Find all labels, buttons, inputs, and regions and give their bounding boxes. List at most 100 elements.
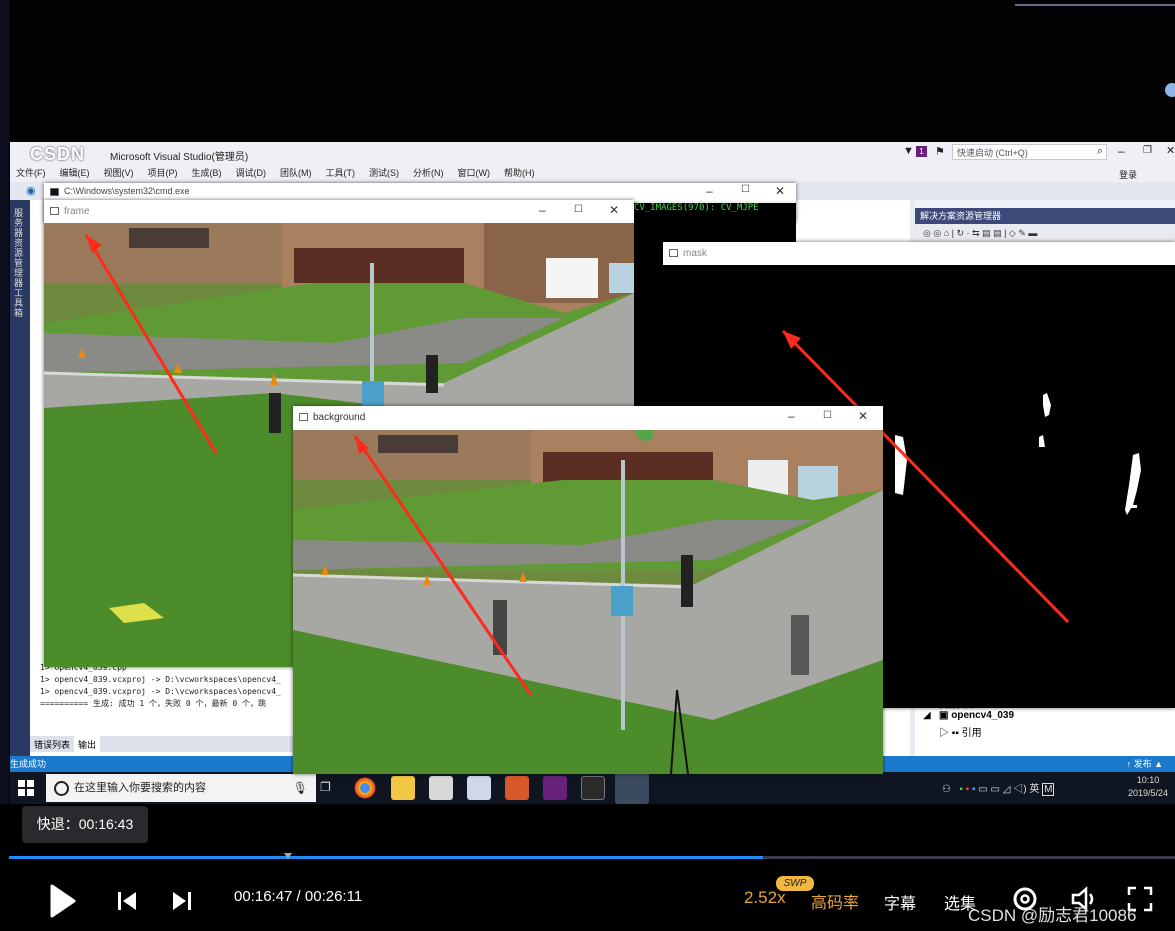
cortana-icon [54,781,69,796]
people-icon[interactable]: ⚇ [942,784,951,795]
background-video-image [293,430,883,774]
background-minimize-button[interactable]: – [788,409,795,423]
notes-app-icon[interactable] [467,776,491,800]
menu-item[interactable]: 视图(V) [104,168,134,178]
menu-item[interactable]: 项目(P) [148,168,178,178]
office-app-icon[interactable] [505,776,529,800]
mask-titlebar[interactable]: mask [663,242,1175,265]
file-explorer-icon[interactable] [391,776,415,800]
background-titlebar[interactable]: background – ☐ ✕ [293,406,883,430]
cmd-titlebar[interactable]: C:\Windows\system32\cmd.exe – ☐ ✕ [44,183,796,201]
tree-item-references[interactable]: ▷ ▪▪ 引用 [939,724,982,739]
csdn-logo: CSDN [30,144,86,164]
window-icon [50,207,59,215]
ime-language[interactable]: 英 [1029,784,1039,795]
watermark: CSDN @励志君10086 [968,906,1137,925]
frame-titlebar[interactable]: frame – ☐ ✕ [44,200,634,223]
side-tab-labels[interactable]: 服务器资源管理器 工具箱 [14,208,24,318]
output-line: ========== 生成: 成功 1 个，失败 0 个，最新 0 个，跳 [40,699,266,708]
tree-expander-icon[interactable]: ◢ [923,710,931,721]
solution-explorer-title: 解决方案资源管理器 [915,208,1175,224]
swp-badge: SWP [776,876,814,891]
cmd-minimize-button[interactable]: – [706,184,713,198]
seek-marker[interactable] [284,853,292,859]
publish-button[interactable]: ↑ 发布 ▲ [1127,756,1163,772]
menu-item[interactable]: 窗口(W) [458,168,491,178]
status-dot [1165,83,1175,97]
next-icon[interactable] [171,890,193,912]
tray-icons[interactable]: ▪ [959,784,963,795]
search-icon[interactable]: ⌕ [1097,145,1103,158]
feedback-icon[interactable]: ⚑ [935,145,945,158]
quality-button[interactable]: 高码率 [811,889,859,913]
mask-title: mask [683,248,707,259]
background-window: background – ☐ ✕ [293,406,883,774]
background-maximize-button[interactable]: ☐ [823,410,832,421]
status-text: 生成成功 [10,759,47,769]
solution-explorer-toolbar[interactable]: ◎ ◎ ⌂ | ↻ · ⇆ ▤ ▤ | ◇ ✎ ▬ [915,224,1175,242]
menu-item[interactable]: 编辑(E) [60,168,90,178]
menu-item[interactable]: 帮助(H) [504,168,535,178]
taskbar-search-box[interactable]: 在这里输入你要搜索的内容 🎙 [46,774,316,802]
opencv-window-icon[interactable] [615,772,649,804]
microphone-icon[interactable]: 🎙 [293,774,308,802]
tree-item-project[interactable]: ▣ opencv4_039 [939,710,1014,721]
output-panel: 1> opencv4_039.cpp 1> opencv4_039.vcxpro… [30,662,320,744]
filter-icon[interactable]: ▼ [903,145,914,157]
vs-titlebar: CSDN Microsoft Visual Studio(管理员) ▼ 1 ⚑ … [10,142,1175,164]
menu-item[interactable]: 生成(B) [192,168,222,178]
cmd-close-button[interactable]: ✕ [775,184,785,198]
subtitles-button[interactable]: 字幕 [884,890,916,914]
menu-item[interactable]: 调试(D) [236,168,267,178]
left-edge [0,0,9,931]
background-title: background [313,412,366,423]
menu-item[interactable]: 文件(F) [16,168,46,178]
playback-time: 00:16:47 / 00:26:11 [234,888,363,905]
menu-item[interactable]: 工具(T) [326,168,356,178]
back-icon[interactable]: ◉ [26,184,36,197]
vs-title: Microsoft Visual Studio(管理员) [110,152,249,163]
quick-launch-input[interactable]: 快速启动 (Ctrl+Q) [952,144,1107,160]
cmd-icon [50,188,59,196]
window-icon [299,413,308,421]
output-tabs: 错误列表 输出 [30,736,320,753]
visual-studio-icon[interactable] [543,776,567,800]
menu-item[interactable]: 团队(M) [280,168,312,178]
minimize-button[interactable]: – [1118,144,1125,158]
windows-start-icon[interactable] [18,780,34,796]
top-right-line [1015,4,1175,6]
taskbar-clock[interactable]: 10:10 2019/5/24 [1128,774,1168,800]
frame-close-button[interactable]: ✕ [609,203,619,217]
ime-mode-icon[interactable]: M [1042,783,1055,796]
cmd-icon[interactable] [581,776,605,800]
system-tray: ⚇ ▪ ▪ ▪ ▭ ▭ ◿ ◁) 英 M [942,783,1055,796]
tab-output[interactable]: 输出 [74,736,101,753]
close-button[interactable]: ✕ [1166,144,1175,157]
notification-badge[interactable]: 1 [916,146,927,157]
output-line: 1> opencv4_039.vcxproj -> D:\vcworkspace… [40,687,281,696]
output-line: 1> opencv4_039.vcxproj -> D:\vcworkspace… [40,675,281,684]
cmd-title: C:\Windows\system32\cmd.exe [64,186,190,196]
playback-speed-button[interactable]: 2.52x [744,888,786,908]
tab-error-list[interactable]: 错误列表 [30,736,74,753]
window-icon [669,249,678,257]
play-icon[interactable] [48,884,76,918]
previous-icon[interactable] [116,890,138,912]
frame-minimize-button[interactable]: – [539,203,546,217]
windows-taskbar: 在这里输入你要搜索的内容 🎙 ❐ ⚇ ▪ ▪ ▪ ▭ ▭ ◿ ◁) 英 M 10… [10,772,1175,804]
seek-bar-progress [9,856,764,859]
top-dark-band [0,0,1175,931]
menu-item[interactable]: 测试(S) [369,168,399,178]
task-view-icon[interactable]: ❐ [320,780,331,794]
background-close-button[interactable]: ✕ [858,409,868,423]
frame-maximize-button[interactable]: ☐ [574,204,583,215]
menu-item[interactable]: 分析(N) [413,168,444,178]
maximize-button[interactable]: ❐ [1143,145,1152,156]
chrome-icon[interactable] [353,776,377,800]
seek-tooltip: 快退：00:16:43 [22,806,148,843]
login-link[interactable]: 登录 [1119,168,1137,181]
calendar-icon[interactable] [429,776,453,800]
cmd-maximize-button[interactable]: ☐ [741,184,750,195]
frame-title: frame [64,206,90,217]
solution-tree: 资源文件 ◢ ▣ opencv4_039 ▷ ▪▪ 引用 [915,700,1175,760]
